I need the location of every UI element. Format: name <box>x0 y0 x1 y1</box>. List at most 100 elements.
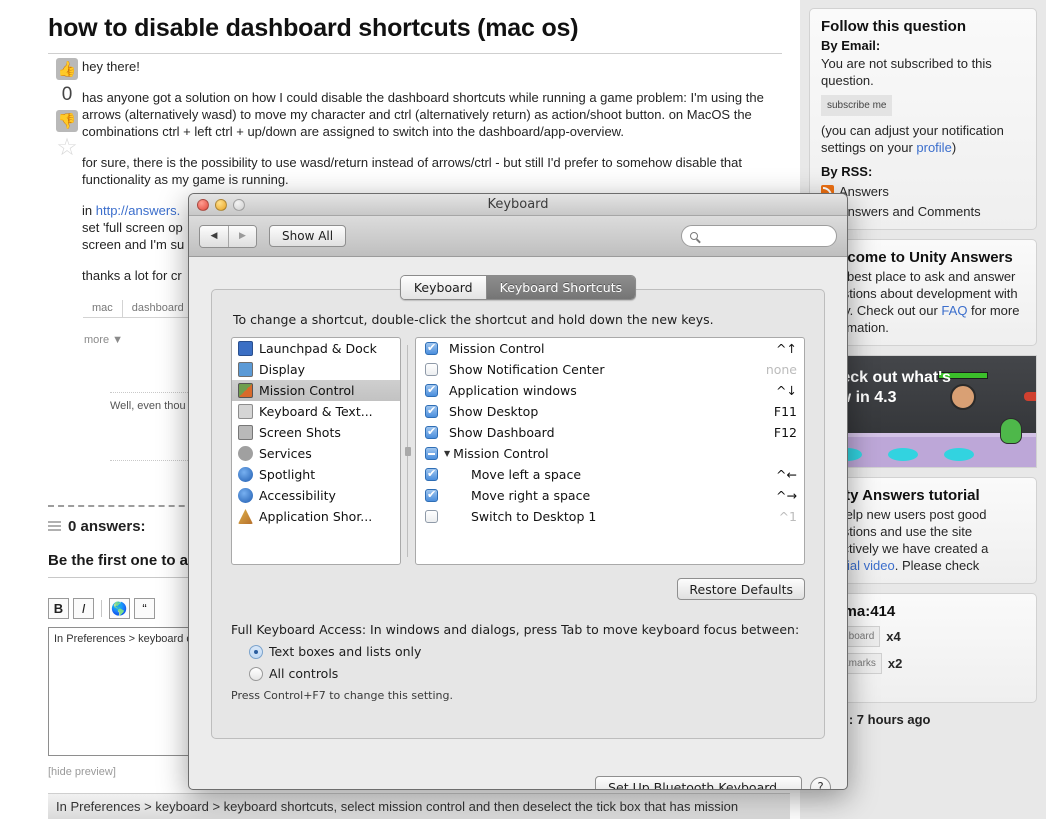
preview-strip: In Preferences > keyboard > keyboard sho… <box>48 793 790 819</box>
promo-pit <box>944 448 974 461</box>
fka-option-all-controls[interactable]: All controls <box>249 666 805 681</box>
setup-bluetooth-keyboard-button[interactable]: Set Up Bluetooth Keyboard... <box>595 775 802 789</box>
screenshots-icon <box>238 425 253 440</box>
tab-keyboard[interactable]: Keyboard <box>400 276 486 299</box>
quote-label: “ <box>142 601 147 616</box>
shortcut-checkbox[interactable] <box>425 467 438 481</box>
subscription-status: You are not subscribed to this question. <box>821 56 992 88</box>
link-icon[interactable]: 🌎 <box>109 598 130 619</box>
shortcut-row-switch-to-desktop-1[interactable]: Switch to Desktop 1 ^1 <box>416 506 804 527</box>
fka-option-label: All controls <box>269 666 339 681</box>
shortcut-group-mission-control[interactable]: ▼ Mission Control <box>416 443 804 464</box>
shortcut-lists: Launchpad & Dock Display Mission Control <box>231 337 805 565</box>
help-icon[interactable]: ? <box>810 776 831 789</box>
shortcut-checkbox[interactable] <box>425 488 438 502</box>
category-item-launchpad-dock[interactable]: Launchpad & Dock <box>232 338 400 359</box>
favorite-star-icon[interactable]: ☆ <box>56 136 78 160</box>
shortcut-group-checkbox[interactable] <box>425 447 438 460</box>
shortcut-label: Move right a space <box>471 488 591 503</box>
back-button[interactable]: ◀ <box>200 225 228 247</box>
shortcut-row-show-dashboard[interactable]: Show Dashboard F12 <box>416 422 804 443</box>
shortcut-checkbox[interactable] <box>425 425 438 439</box>
disclosure-triangle-icon[interactable]: ▼ <box>444 449 450 458</box>
category-label: Screen Shots <box>259 425 341 440</box>
category-label: Display <box>259 362 306 377</box>
question-paragraph-3: for sure, there is the possibility to us… <box>82 155 743 187</box>
shortcut-checkbox[interactable] <box>425 363 438 376</box>
minimize-icon[interactable] <box>215 199 227 211</box>
subscribe-button[interactable]: subscribe me <box>821 95 893 116</box>
answers-link[interactable]: http://answers. <box>96 203 181 218</box>
hide-preview-link[interactable]: [hide preview] <box>48 766 116 778</box>
thumbs-up-icon[interactable]: 👍 <box>56 58 78 80</box>
radio-icon[interactable] <box>249 666 263 681</box>
more-label: more <box>84 334 110 346</box>
shortcut-list[interactable]: Mission Control ^↑ Show Notification Cen… <box>415 337 805 565</box>
shortcut-row-application-windows[interactable]: Application windows ^↓ <box>416 380 804 401</box>
category-label: Mission Control <box>259 383 355 398</box>
rss-answers-comments-label: Answers and Comments <box>839 204 981 219</box>
keyboard-icon <box>238 404 253 419</box>
forward-button[interactable]: ▶ <box>228 225 256 247</box>
page-root: how to disable dashboard shortcuts (mac … <box>0 0 1046 819</box>
category-item-accessibility[interactable]: Accessibility <box>232 485 400 506</box>
restore-defaults-button[interactable]: Restore Defaults <box>677 578 805 600</box>
shortcut-row-move-left-a-space[interactable]: Move left a space ^← <box>416 464 804 485</box>
panel-hint: To change a shortcut, double-click the s… <box>233 312 714 327</box>
category-item-keyboard-text[interactable]: Keyboard & Text... <box>232 401 400 422</box>
italic-button[interactable]: I <box>73 598 94 619</box>
faq-link[interactable]: FAQ <box>941 303 967 318</box>
bold-button[interactable]: B <box>48 598 69 619</box>
rss-answers-comments-row[interactable]: Answers and Comments <box>821 203 1025 220</box>
tab-keyboard-shortcuts[interactable]: Keyboard Shortcuts <box>485 276 636 299</box>
list-splitter[interactable] <box>401 337 415 565</box>
paragraph4-prefix: in <box>82 203 96 218</box>
note-suffix: ) <box>951 140 957 155</box>
window-footer: Set Up Bluetooth Keyboard... ? <box>189 761 847 789</box>
category-label: Services <box>259 446 312 461</box>
badge-row: dashboard x4 <box>821 626 1025 647</box>
promo-slime-enemy <box>1000 418 1022 444</box>
fka-note: Press Control+F7 to change this setting. <box>231 689 453 702</box>
shortcut-row-mission-control[interactable]: Mission Control ^↑ <box>416 338 804 359</box>
shortcut-row-show-notification-center[interactable]: Show Notification Center none <box>416 359 804 380</box>
tag-mac[interactable]: mac <box>83 300 123 318</box>
shortcut-key: F12 <box>773 425 797 440</box>
category-item-services[interactable]: Services <box>232 443 400 464</box>
application-shortcuts-icon <box>238 509 253 524</box>
promo-rocket <box>1024 392 1036 401</box>
category-item-mission-control[interactable]: Mission Control <box>232 380 400 401</box>
by-rss-label: By RSS: <box>821 164 873 179</box>
more-toggle[interactable]: more ▼ <box>84 334 123 346</box>
thumbs-down-icon[interactable]: 👎 <box>56 110 78 132</box>
close-icon[interactable] <box>197 199 209 211</box>
quote-button[interactable]: “ <box>134 598 155 619</box>
window-titlebar[interactable]: Keyboard <box>189 194 847 216</box>
search-field[interactable] <box>681 225 837 247</box>
radio-icon[interactable] <box>249 644 263 659</box>
category-item-spotlight[interactable]: Spotlight <box>232 464 400 485</box>
keyboard-preferences-window[interactable]: Keyboard ◀ ▶ Show All Keyboard Keyboard … <box>188 193 848 790</box>
splitter-grip-icon[interactable] <box>405 446 411 456</box>
profile-link[interactable]: profile <box>916 140 951 155</box>
shortcut-checkbox[interactable] <box>425 341 438 355</box>
show-all-button[interactable]: Show All <box>269 225 347 247</box>
shortcut-row-show-desktop[interactable]: Show Desktop F11 <box>416 401 804 422</box>
shortcut-row-move-right-a-space[interactable]: Move right a space ^→ <box>416 485 804 506</box>
tag-dashboard[interactable]: dashboard <box>122 300 193 318</box>
rss-answers-row[interactable]: Answers <box>821 183 1025 200</box>
category-item-display[interactable]: Display <box>232 359 400 380</box>
shortcut-checkbox[interactable] <box>425 404 438 418</box>
shortcut-checkbox[interactable] <box>425 383 438 397</box>
promo-character <box>950 384 976 410</box>
zoom-icon[interactable] <box>233 199 245 211</box>
accessibility-icon <box>238 488 253 503</box>
fka-option-text-boxes[interactable]: Text boxes and lists only <box>249 644 805 659</box>
category-list[interactable]: Launchpad & Dock Display Mission Control <box>231 337 401 565</box>
shortcut-checkbox[interactable] <box>425 510 438 523</box>
karma-value: karma:414 <box>821 603 896 620</box>
category-item-application-shortcuts[interactable]: Application Shor... <box>232 506 400 527</box>
editor-toolbar: B I 🌎 “ <box>48 598 155 619</box>
notification-note: (you can adjust your notification settin… <box>821 122 1025 156</box>
category-item-screen-shots[interactable]: Screen Shots <box>232 422 400 443</box>
